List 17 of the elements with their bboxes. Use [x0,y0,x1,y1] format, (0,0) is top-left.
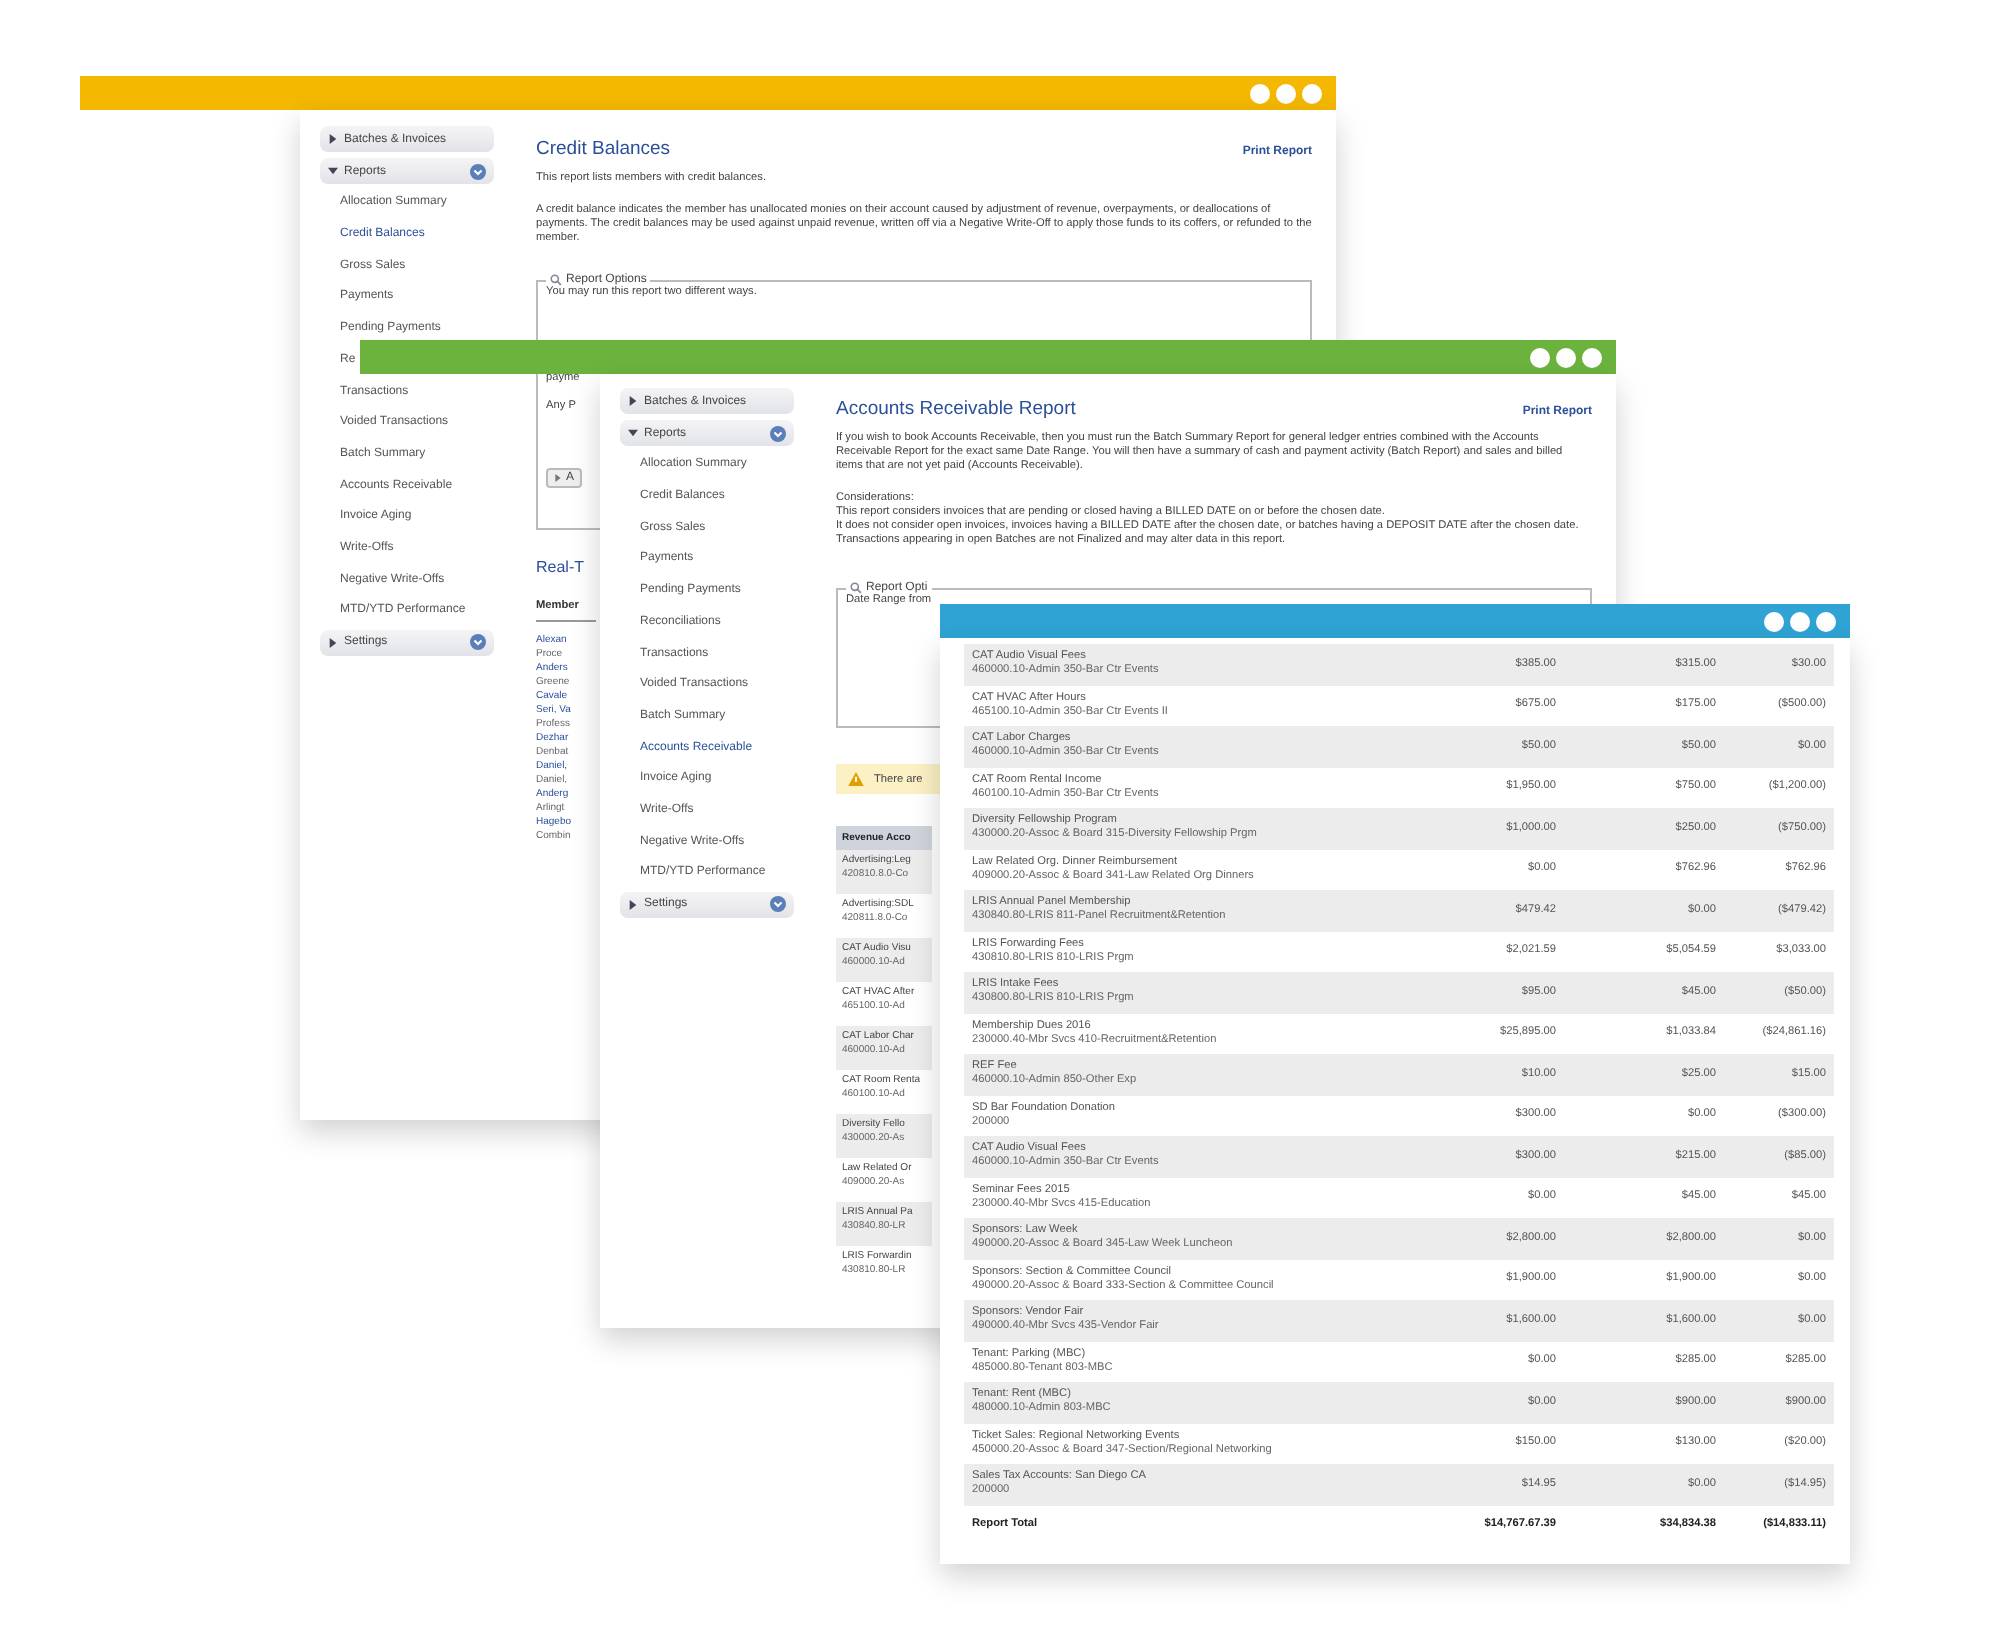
search-icon [550,274,562,286]
search-icon [850,582,862,594]
chevron-circle-icon [770,425,786,441]
chevron-circle-icon [470,634,486,651]
chevron-circle-icon [770,896,786,913]
caret-icon [328,166,338,176]
caret-icon [328,637,338,648]
caret-icon [628,428,638,438]
caret-icon [328,134,338,144]
report-title: Accounts Receivable Report [836,398,1076,420]
chevron-circle-icon [470,163,486,179]
section-title: Real-T [536,558,585,576]
arrow-icon [554,474,562,482]
caret-icon [628,899,638,910]
warning-icon [848,772,864,786]
caret-icon [628,396,638,406]
report-title: Credit Balances [536,138,671,160]
